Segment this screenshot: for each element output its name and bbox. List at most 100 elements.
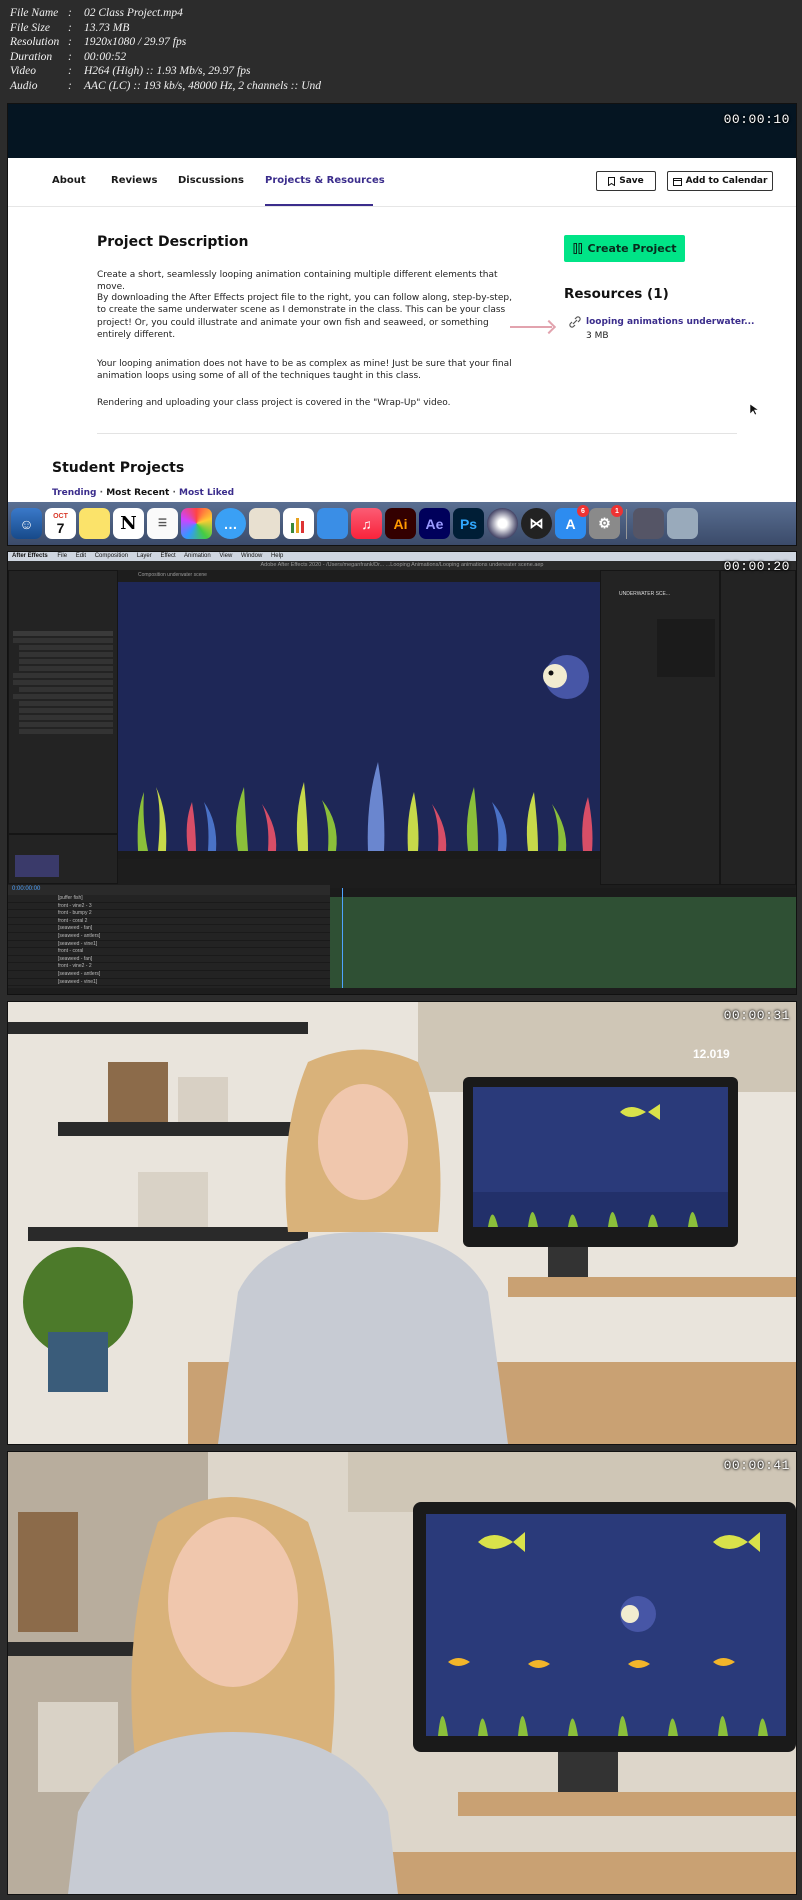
system-preferences-icon[interactable]: ⚙ 1 xyxy=(589,505,623,539)
picture-frame xyxy=(138,1172,208,1227)
layer-row[interactable]: front - coral xyxy=(8,948,330,956)
plant-pot xyxy=(48,1332,108,1392)
messages-icon[interactable]: … xyxy=(215,508,246,539)
layer-row[interactable]: [seaweed - fan] xyxy=(8,925,330,933)
panel-title: UNDERWATER SCE... xyxy=(619,591,671,597)
link-icon xyxy=(569,316,581,328)
calendar-app-icon[interactable]: OCT 7 xyxy=(45,508,76,539)
notes-icon[interactable] xyxy=(79,508,110,539)
after-effects-label: Ae xyxy=(425,515,444,532)
resource-link[interactable]: looping animations underwater... xyxy=(586,317,754,327)
app-icon[interactable]: ⋈ xyxy=(521,508,552,539)
downloads-stack-icon[interactable] xyxy=(633,508,664,539)
tab-discussions[interactable]: Discussions xyxy=(178,175,244,186)
menu-effect[interactable]: Effect xyxy=(160,553,175,559)
playhead[interactable] xyxy=(342,888,343,988)
keynote-icon[interactable] xyxy=(317,508,348,539)
preview-panel xyxy=(720,570,796,885)
align-grid xyxy=(657,619,715,677)
project-tree xyxy=(13,631,113,734)
layer-row[interactable]: [puffer fish] xyxy=(8,895,330,903)
numbers-icon[interactable] xyxy=(283,508,314,539)
music-icon[interactable]: ♫ xyxy=(351,508,382,539)
frame-after-effects: 00:00:20 After Effects File Edit Composi… xyxy=(7,551,797,995)
frame-instructor-2: 00:00:41 xyxy=(7,1451,797,1895)
reminders-icon[interactable]: ☰ xyxy=(147,508,178,539)
menu-animation[interactable]: Animation xyxy=(184,553,211,559)
duration-value: 00:00:52 xyxy=(84,50,127,63)
tab-reviews[interactable]: Reviews xyxy=(111,175,157,186)
photoshop-label: Ps xyxy=(459,515,478,532)
after-effects-icon[interactable]: Ae xyxy=(419,508,450,539)
picture-frame xyxy=(178,1077,228,1122)
filter-most-liked[interactable]: Most Liked xyxy=(179,488,234,498)
audio-value: AAC (LC) :: 193 kb/s, 48000 Hz, 2 channe… xyxy=(84,79,322,92)
cinema4d-icon[interactable] xyxy=(487,508,518,539)
save-label: Save xyxy=(619,176,644,186)
menu-composition[interactable]: Composition xyxy=(95,553,128,559)
layer-row[interactable]: front - bumpy 2 xyxy=(8,910,330,918)
active-tab-indicator xyxy=(265,204,373,206)
add-to-calendar-button[interactable]: Add to Calendar xyxy=(667,171,773,191)
finder-icon[interactable]: ☺ xyxy=(11,508,42,539)
menu-after-effects[interactable]: After Effects xyxy=(12,553,48,559)
comp-tab[interactable]: Composition underwater scene xyxy=(138,572,207,578)
layer-row[interactable]: front - vine2 - 3 xyxy=(8,903,330,911)
video-key: Video xyxy=(10,65,36,78)
filter-most-recent[interactable]: Most Recent xyxy=(106,488,169,498)
project-description-title: Project Description xyxy=(97,234,249,250)
current-time[interactable]: 0:00:00:00 xyxy=(12,886,40,892)
save-button[interactable]: Save xyxy=(596,171,656,191)
puffer-fish xyxy=(543,655,589,699)
shelf xyxy=(58,1122,308,1136)
tab-about[interactable]: About xyxy=(52,175,86,186)
filter-trending[interactable]: Trending xyxy=(52,488,96,498)
window-title: Adobe After Effects 2020 - /Users/meganf… xyxy=(8,561,796,570)
illustrator-icon[interactable]: Ai xyxy=(385,508,416,539)
menu-edit[interactable]: Edit xyxy=(76,553,86,559)
duration-key: Duration xyxy=(10,50,53,63)
menu-window[interactable]: Window xyxy=(241,553,262,559)
create-project-button[interactable]: Create Project xyxy=(564,235,685,262)
menu-file[interactable]: File xyxy=(57,553,67,559)
timestamp: 00:00:10 xyxy=(723,112,790,127)
layer-row[interactable]: [seaweed - vine1] xyxy=(8,979,330,987)
menu-view[interactable]: View xyxy=(219,553,232,559)
layer-row[interactable]: [seaweed - fan] xyxy=(8,956,330,964)
timeline-tracks[interactable] xyxy=(330,897,796,988)
notification-badge: 1 xyxy=(611,505,623,517)
calendar-label: Add to Calendar xyxy=(685,176,768,186)
composition-viewer xyxy=(118,582,600,851)
pencil-icon xyxy=(573,243,582,254)
folder-stack-icon[interactable] xyxy=(667,508,698,539)
calendar-icon xyxy=(672,177,682,186)
resources-title: Resources (1) xyxy=(564,286,669,302)
layer-row[interactable]: front - vine2 - 2 xyxy=(8,963,330,971)
timestamp: 00:00:31 xyxy=(723,1008,790,1023)
layer-row[interactable]: [seaweed - antlers] xyxy=(8,933,330,941)
properties-panel: UNDERWATER SCE... xyxy=(600,570,720,885)
seaweed-row xyxy=(137,762,593,851)
photos-icon[interactable] xyxy=(181,508,212,539)
layer-row[interactable]: front - coral 2 xyxy=(8,918,330,926)
student-projects-title: Student Projects xyxy=(52,460,185,476)
monitor-stand xyxy=(548,1247,588,1277)
resolution-value: 1920x1080 / 29.97 fps xyxy=(84,36,187,49)
photoshop-icon[interactable]: Ps xyxy=(453,508,484,539)
timeline-ruler[interactable] xyxy=(330,888,796,897)
shelf xyxy=(8,1022,308,1034)
layer-row[interactable]: [seaweed - vine1] xyxy=(8,941,330,949)
tab-projects-resources[interactable]: Projects & Resources xyxy=(265,175,385,186)
color-swatch xyxy=(15,855,59,877)
layer-row[interactable]: [seaweed - antlers] xyxy=(8,971,330,979)
shirt xyxy=(218,1232,508,1444)
notion-icon[interactable]: N xyxy=(113,508,144,539)
menu-layer[interactable]: Layer xyxy=(137,553,152,559)
section-divider xyxy=(97,433,737,434)
frame-project-page: 00:00:10 About Reviews Discussions Proje… xyxy=(7,103,797,546)
menu-help[interactable]: Help xyxy=(271,553,283,559)
app-store-icon[interactable]: A 6 xyxy=(555,505,589,539)
file-name-key: File Name xyxy=(10,7,59,19)
preview-icon[interactable] xyxy=(249,508,280,539)
calendar-year: 12.019 xyxy=(693,1047,730,1061)
